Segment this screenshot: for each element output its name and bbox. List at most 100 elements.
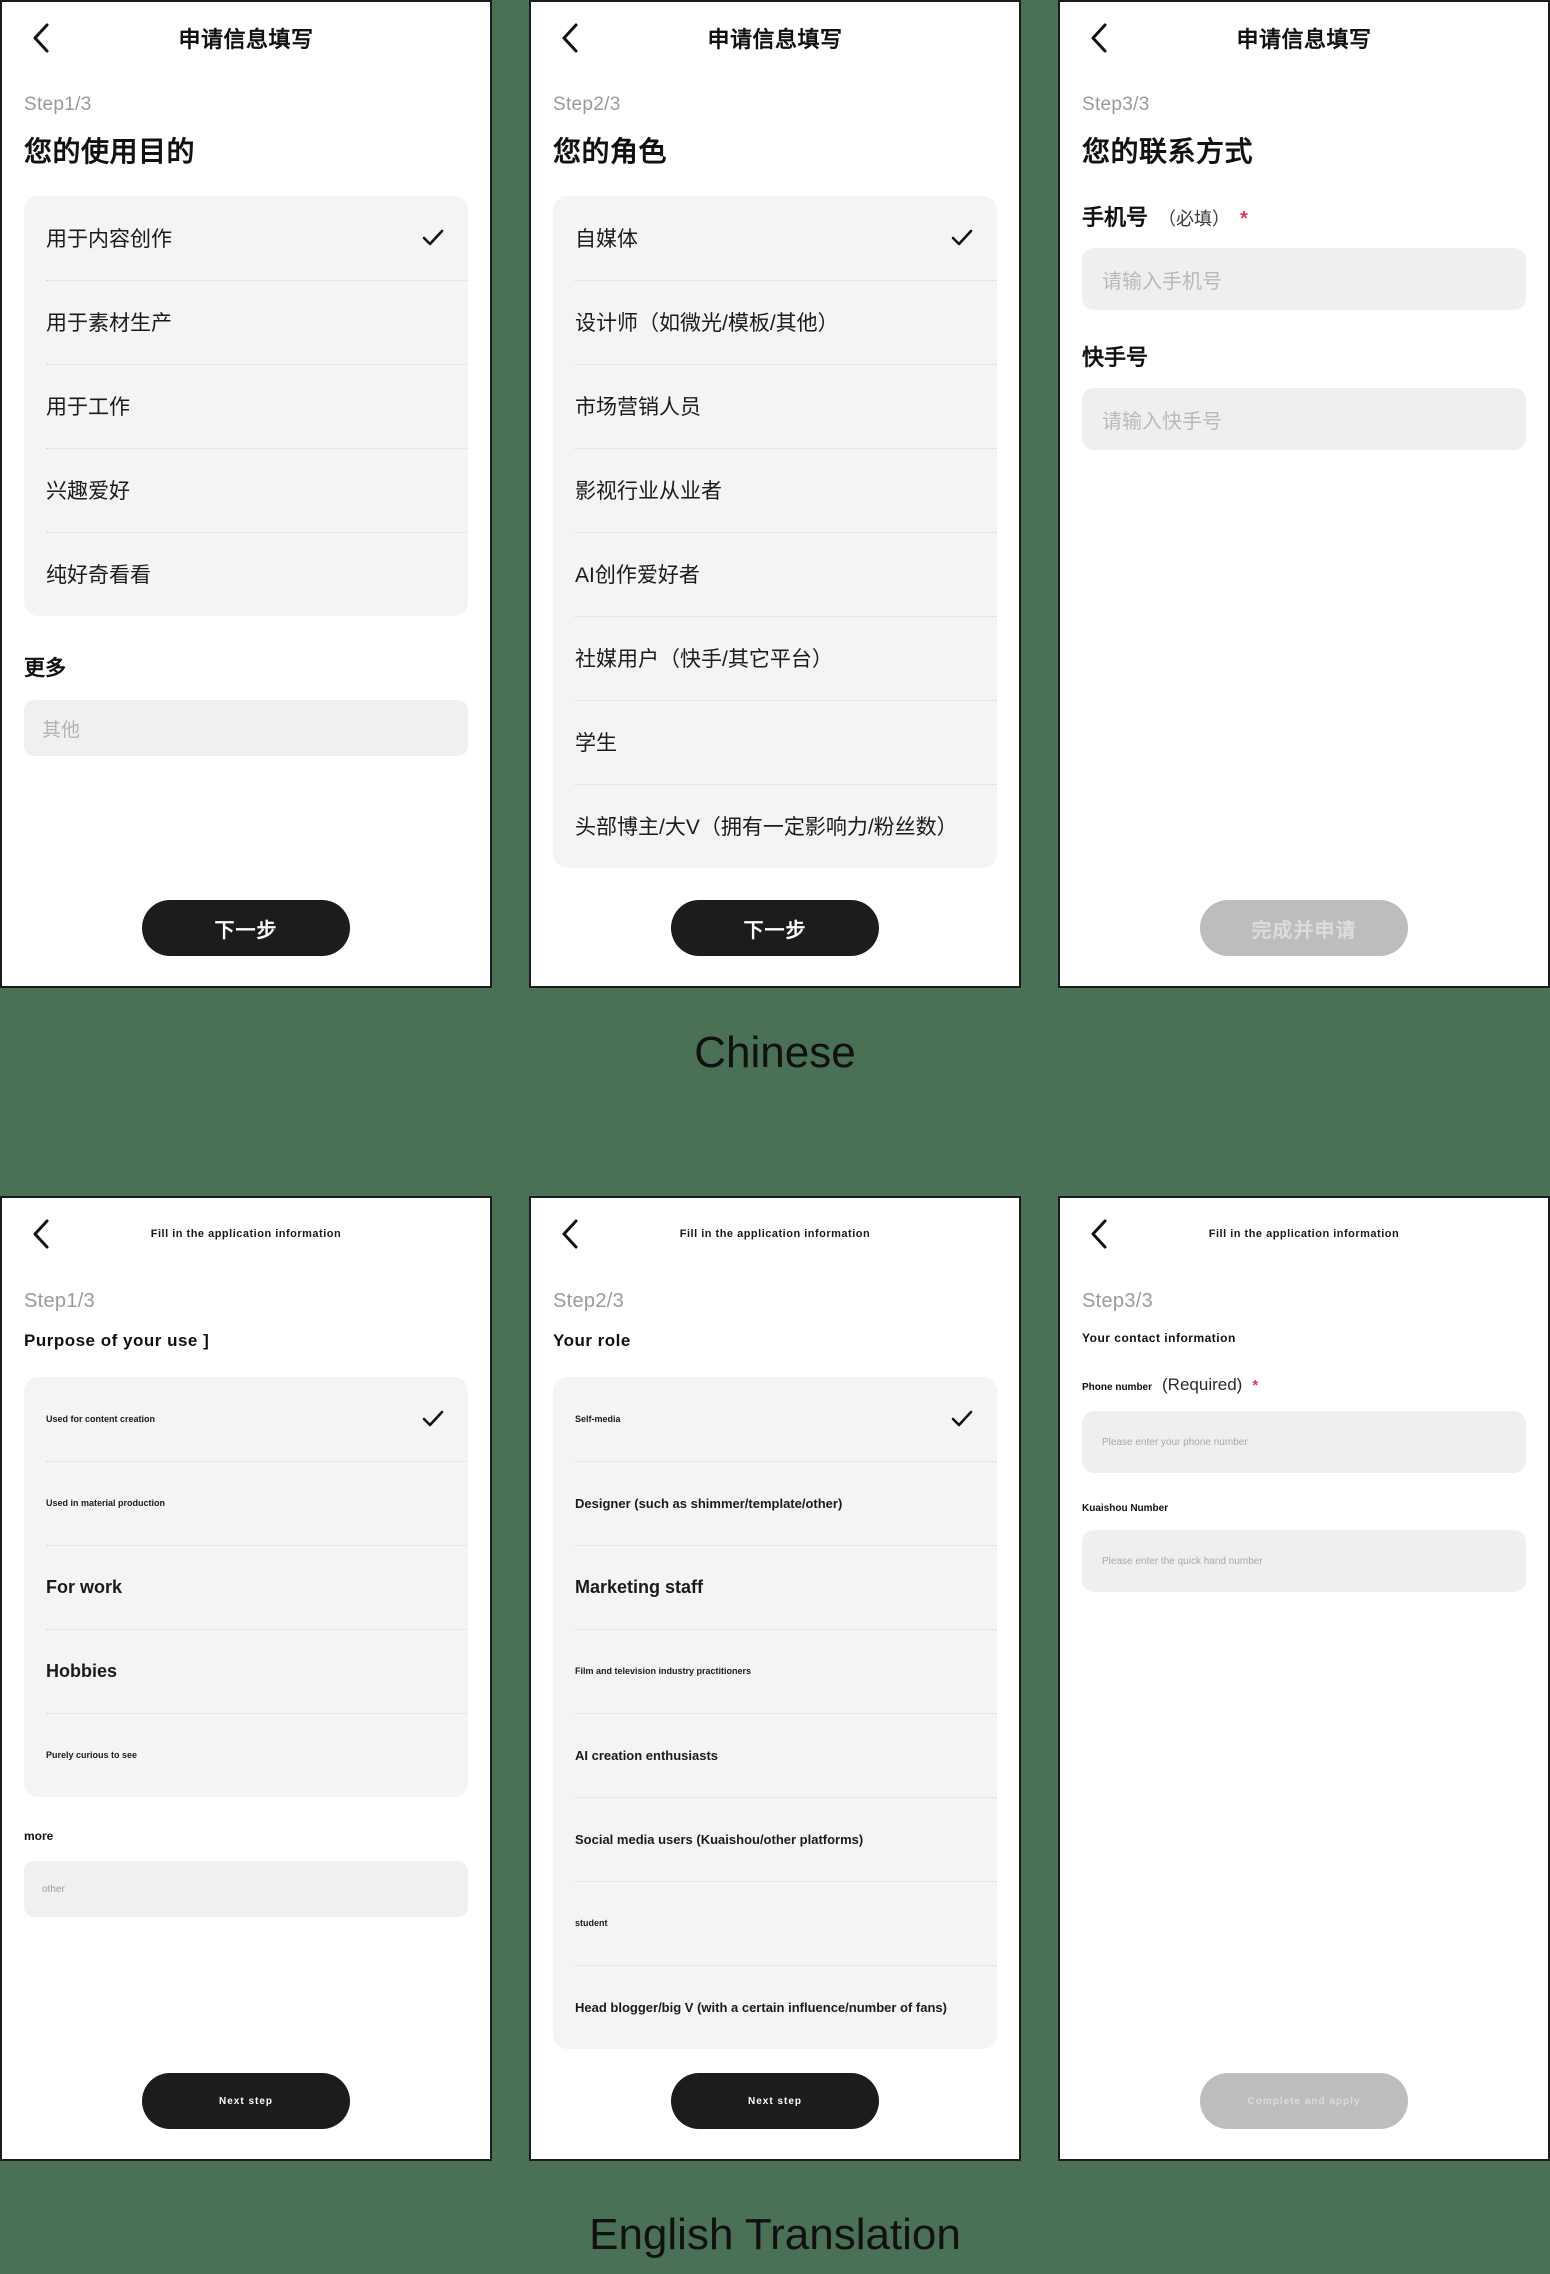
list-item[interactable]: Used for content creation [24,1377,468,1461]
list-item[interactable]: 市场营销人员 [553,364,997,448]
chevron-left-icon [560,22,580,54]
section-heading: Your role [553,1331,631,1350]
phone-input-placeholder: Please enter your phone number [1102,1436,1248,1448]
option-label: Purely curious to see [46,1750,138,1760]
required-asterisk: * [1252,1377,1259,1394]
list-item[interactable]: 兴趣爱好 [24,448,468,532]
option-label: 纯好奇看看 [46,564,151,587]
list-item[interactable]: AI创作爱好者 [553,532,997,616]
option-list: Self-media Designer (such as shimmer/tem… [553,1377,997,2049]
screen-body: Step2/3 Your role Self-media Designer (s… [531,1270,1019,2159]
option-label: 市场营销人员 [575,396,701,419]
caption-english: English Translation [589,2210,961,2259]
phone-required-note: （必填） [1158,209,1231,229]
option-label: student [575,1918,608,1928]
list-item[interactable]: 社媒用户（快手/其它平台） [553,616,997,700]
page-title: 申请信息填写 [707,27,843,52]
phone-panel-zh-step3: 申请信息填写 Step3/3 您的联系方式 手机号 （必填） * 请输入手机号 … [1058,0,1550,988]
section-heading: 您的使用目的 [24,136,196,167]
list-item[interactable]: 头部博主/大V（拥有一定影响力/粉丝数） [553,784,997,868]
page-title: Fill in the application information [1208,1228,1400,1240]
option-list: 自媒体 设计师（如微光/模板/其他） 市场营销人员 影视行业从业者 AI创作爱好… [553,196,997,868]
list-item[interactable]: Used in material production [24,1461,468,1545]
option-label: AI创作爱好者 [575,564,700,587]
screen-body: Step2/3 您的角色 自媒体 设计师（如微光/模板/其他） 市场营销人员 影… [531,74,1019,986]
list-item[interactable]: Marketing staff [553,1545,997,1629]
option-label: 学生 [575,732,617,755]
list-item[interactable]: AI creation enthusiasts [553,1713,997,1797]
option-label: Marketing staff [575,1576,704,1597]
back-button[interactable] [553,21,587,55]
kuaishou-input-placeholder: 请输入快手号 [1102,410,1222,433]
option-label: 影视行业从业者 [575,480,722,503]
complete-and-apply-button[interactable]: Complete and apply [1200,2073,1408,2129]
list-item[interactable]: Film and television industry practitione… [553,1629,997,1713]
list-item[interactable]: Self-media [553,1377,997,1461]
list-item[interactable]: 用于工作 [24,364,468,448]
caption-chinese: Chinese [694,1028,856,1077]
kuaishou-input[interactable]: 请输入快手号 [1082,388,1526,450]
back-button[interactable] [1082,1217,1116,1251]
step-indicator: Step2/3 [553,1290,625,1312]
chinese-panel-row: 申请信息填写 Step1/3 您的使用目的 用于内容创作 用于素材生产 用于工作… [0,0,1550,988]
next-step-button[interactable]: Next step [142,2073,350,2129]
navbar: Fill in the application information [2,1198,490,1270]
list-item[interactable]: For work [24,1545,468,1629]
list-item[interactable]: 设计师（如微光/模板/其他） [553,280,997,364]
back-button[interactable] [553,1217,587,1251]
phone-panel-en-step3: Fill in the application information Step… [1058,1196,1550,2161]
back-button[interactable] [24,21,58,55]
phone-input[interactable]: Please enter your phone number [1082,1411,1526,1473]
section-heading: 您的联系方式 [1082,136,1254,167]
other-input-placeholder: other [42,1883,65,1895]
screen-body: Step3/3 您的联系方式 手机号 （必填） * 请输入手机号 快手号 请输入… [1060,74,1548,986]
step-indicator: Step1/3 [24,1290,96,1312]
screen-body: Step3/3 Your contact information Phone n… [1060,1270,1548,2159]
list-item[interactable]: Social media users (Kuaishou/other platf… [553,1797,997,1881]
phone-input[interactable]: 请输入手机号 [1082,248,1526,310]
kuaishou-input[interactable]: Please enter the quick hand number [1082,1530,1526,1592]
option-label: 社媒用户（快手/其它平台） [575,648,833,671]
list-item[interactable]: Purely curious to see [24,1713,468,1797]
list-item[interactable]: Designer (such as shimmer/template/other… [553,1461,997,1545]
next-step-button[interactable]: 下一步 [142,900,350,956]
back-button[interactable] [1082,21,1116,55]
option-label: 头部博主/大V（拥有一定影响力/粉丝数） [575,816,958,839]
list-item[interactable]: 用于内容创作 [24,196,468,280]
option-label: AI creation enthusiasts [575,1747,719,1763]
kuaishou-label: 快手号 [1082,345,1149,370]
step-indicator: Step2/3 [553,94,621,115]
navbar: 申请信息填写 [531,2,1019,74]
check-icon [420,1406,446,1432]
list-item[interactable]: 学生 [553,700,997,784]
footer: Next step [24,2073,468,2159]
phone-field-label-row: Phone number (Required) * [1082,1375,1526,1395]
page-title: Fill in the application information [679,1228,871,1240]
check-icon [949,1406,975,1432]
next-step-button[interactable]: 下一步 [671,900,879,956]
next-step-button[interactable]: Next step [671,2073,879,2129]
footer: 下一步 [553,900,997,986]
check-icon [420,225,446,251]
list-item[interactable]: Hobbies [24,1629,468,1713]
list-item[interactable]: Head blogger/big V (with a certain influ… [553,1965,997,2049]
phone-label: 手机号 [1082,205,1149,230]
list-item[interactable]: 影视行业从业者 [553,448,997,532]
other-input[interactable]: 其他 [24,700,468,756]
list-item[interactable]: student [553,1881,997,1965]
list-item[interactable]: 自媒体 [553,196,997,280]
section-heading: 您的角色 [553,136,668,167]
page-title: 申请信息填写 [1236,27,1372,52]
list-item[interactable]: 纯好奇看看 [24,532,468,616]
phone-input-placeholder: 请输入手机号 [1102,270,1222,293]
complete-and-apply-button[interactable]: 完成并申请 [1200,900,1408,956]
option-label: 用于素材生产 [46,312,172,335]
screen-body: Step1/3 Purpose of your use ] Used for c… [2,1270,490,2159]
option-label: Used in material production [46,1498,166,1508]
kuaishou-field-label-row: 快手号 [1082,340,1526,372]
list-item[interactable]: 用于素材生产 [24,280,468,364]
option-label: 兴趣爱好 [46,480,130,503]
other-input[interactable]: other [24,1861,468,1917]
back-button[interactable] [24,1217,58,1251]
option-label: Film and television industry practitione… [575,1666,752,1676]
